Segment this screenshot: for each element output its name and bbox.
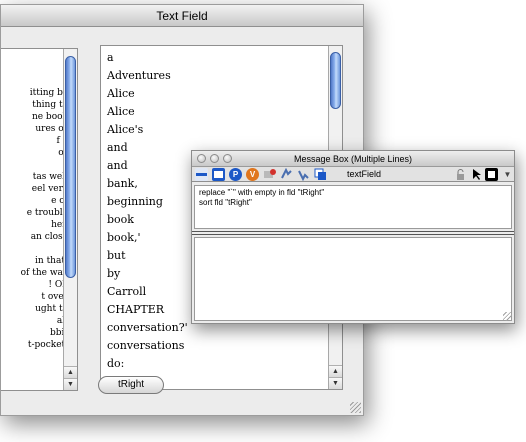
stack-name-label: textField — [347, 169, 382, 179]
text-line: CHAPTER — [107, 303, 165, 316]
back-scripts-icon[interactable] — [297, 168, 310, 182]
tright-button[interactable]: tRight — [98, 376, 164, 394]
text-line: ught to — [35, 304, 68, 314]
text-line: beginning — [107, 195, 163, 208]
message-input-field[interactable]: replace "`" with empty in fld "tRight" so… — [194, 185, 512, 229]
text-line: do: — [107, 357, 125, 370]
left-field-scrollbar[interactable]: ▲ ▼ — [63, 49, 77, 390]
zoom-button[interactable] — [223, 154, 232, 163]
front-scripts-icon[interactable] — [280, 167, 293, 181]
right-field-text: a Adventures Alice Alice Alice's and and bank, b… — [107, 49, 188, 389]
minimize-button[interactable] — [210, 154, 219, 163]
single-line-icon[interactable] — [195, 168, 208, 181]
select-icon[interactable] — [470, 168, 483, 181]
text-line: f a — [56, 136, 68, 146]
message-box-window: Message Box (Multiple Lines) P V textFie… — [191, 150, 515, 324]
text-line: conversations — [107, 339, 185, 352]
message-box-titlebar: Message Box (Multiple Lines) — [192, 151, 514, 167]
text-line: t over — [41, 292, 68, 302]
text-line — [1, 243, 71, 255]
stop-icon[interactable] — [485, 168, 498, 181]
command-line: replace "`" with empty in fld "tRight" — [199, 188, 325, 197]
text-line: Alice's — [107, 123, 144, 136]
stacks-icon[interactable] — [314, 168, 327, 181]
window-title: Text Field — [1, 5, 363, 27]
resize-grip[interactable] — [350, 402, 361, 413]
text-line: an close — [30, 232, 68, 242]
text-line: Adventures — [107, 69, 171, 82]
left-scrolling-field[interactable]: itting by thing to ne book ures or f aor tas … — [1, 48, 78, 391]
text-line — [1, 159, 71, 171]
global-properties-icon[interactable] — [263, 168, 276, 181]
pane-divider[interactable] — [192, 231, 514, 235]
text-line: ures or — [35, 124, 68, 134]
scroll-up-arrow[interactable]: ▲ — [64, 366, 77, 378]
scroll-down-arrow[interactable]: ▼ — [64, 378, 77, 390]
text-line: ! Oh — [48, 280, 68, 290]
left-field-text: itting by thing to ne book ures or f aor tas … — [1, 87, 71, 351]
text-line: Alice — [107, 87, 135, 100]
multi-line-icon[interactable] — [212, 168, 225, 181]
menu-arrow-icon[interactable]: ▼ — [501, 168, 514, 181]
message-box-title: Message Box (Multiple Lines) — [293, 154, 413, 164]
text-line: ne book — [31, 112, 68, 122]
variables-icon[interactable]: V — [246, 168, 259, 181]
command-line: sort fld "tRight" — [199, 198, 252, 207]
scroll-thumb[interactable] — [330, 52, 341, 109]
text-line: and — [107, 141, 128, 154]
text-line: but — [107, 249, 126, 262]
text-line: by — [107, 267, 121, 280]
text-line: all — [1, 315, 71, 327]
text-line: thing to — [32, 100, 68, 110]
text-line: a — [107, 51, 114, 64]
text-line: itting by — [29, 88, 68, 98]
message-output-field[interactable] — [194, 237, 512, 321]
text-line: e of — [51, 196, 68, 206]
scroll-up-arrow[interactable]: ▲ — [329, 365, 342, 377]
close-button[interactable] — [197, 154, 206, 163]
text-line: tas well — [32, 172, 68, 182]
pending-messages-icon[interactable]: P — [229, 168, 242, 181]
text-line: Carroll — [107, 285, 147, 298]
resize-grip[interactable] — [503, 312, 512, 321]
scroll-down-arrow[interactable]: ▼ — [329, 377, 342, 389]
text-line: book — [107, 213, 134, 226]
text-line: conversation?' — [107, 321, 188, 334]
message-box-toolbar: P V textField ▼ — [192, 167, 514, 182]
text-line: book,' — [107, 231, 141, 244]
text-line: Alice — [107, 105, 135, 118]
text-line: t-pocket, — [27, 340, 68, 350]
text-line: hen — [51, 220, 68, 230]
text-line: e trouble — [26, 208, 68, 218]
command-lines: replace "`" with empty in fld "tRight" so… — [195, 186, 511, 208]
text-line: of the way — [20, 268, 68, 278]
text-line: eel very — [31, 184, 68, 194]
text-line: and — [107, 159, 128, 172]
text-line: bank, — [107, 177, 138, 190]
text-line: bbit — [49, 328, 68, 338]
lock-icon[interactable] — [454, 168, 467, 181]
text-line: or — [1, 147, 71, 159]
scroll-thumb[interactable] — [65, 56, 76, 278]
text-line: in that; — [35, 256, 68, 266]
